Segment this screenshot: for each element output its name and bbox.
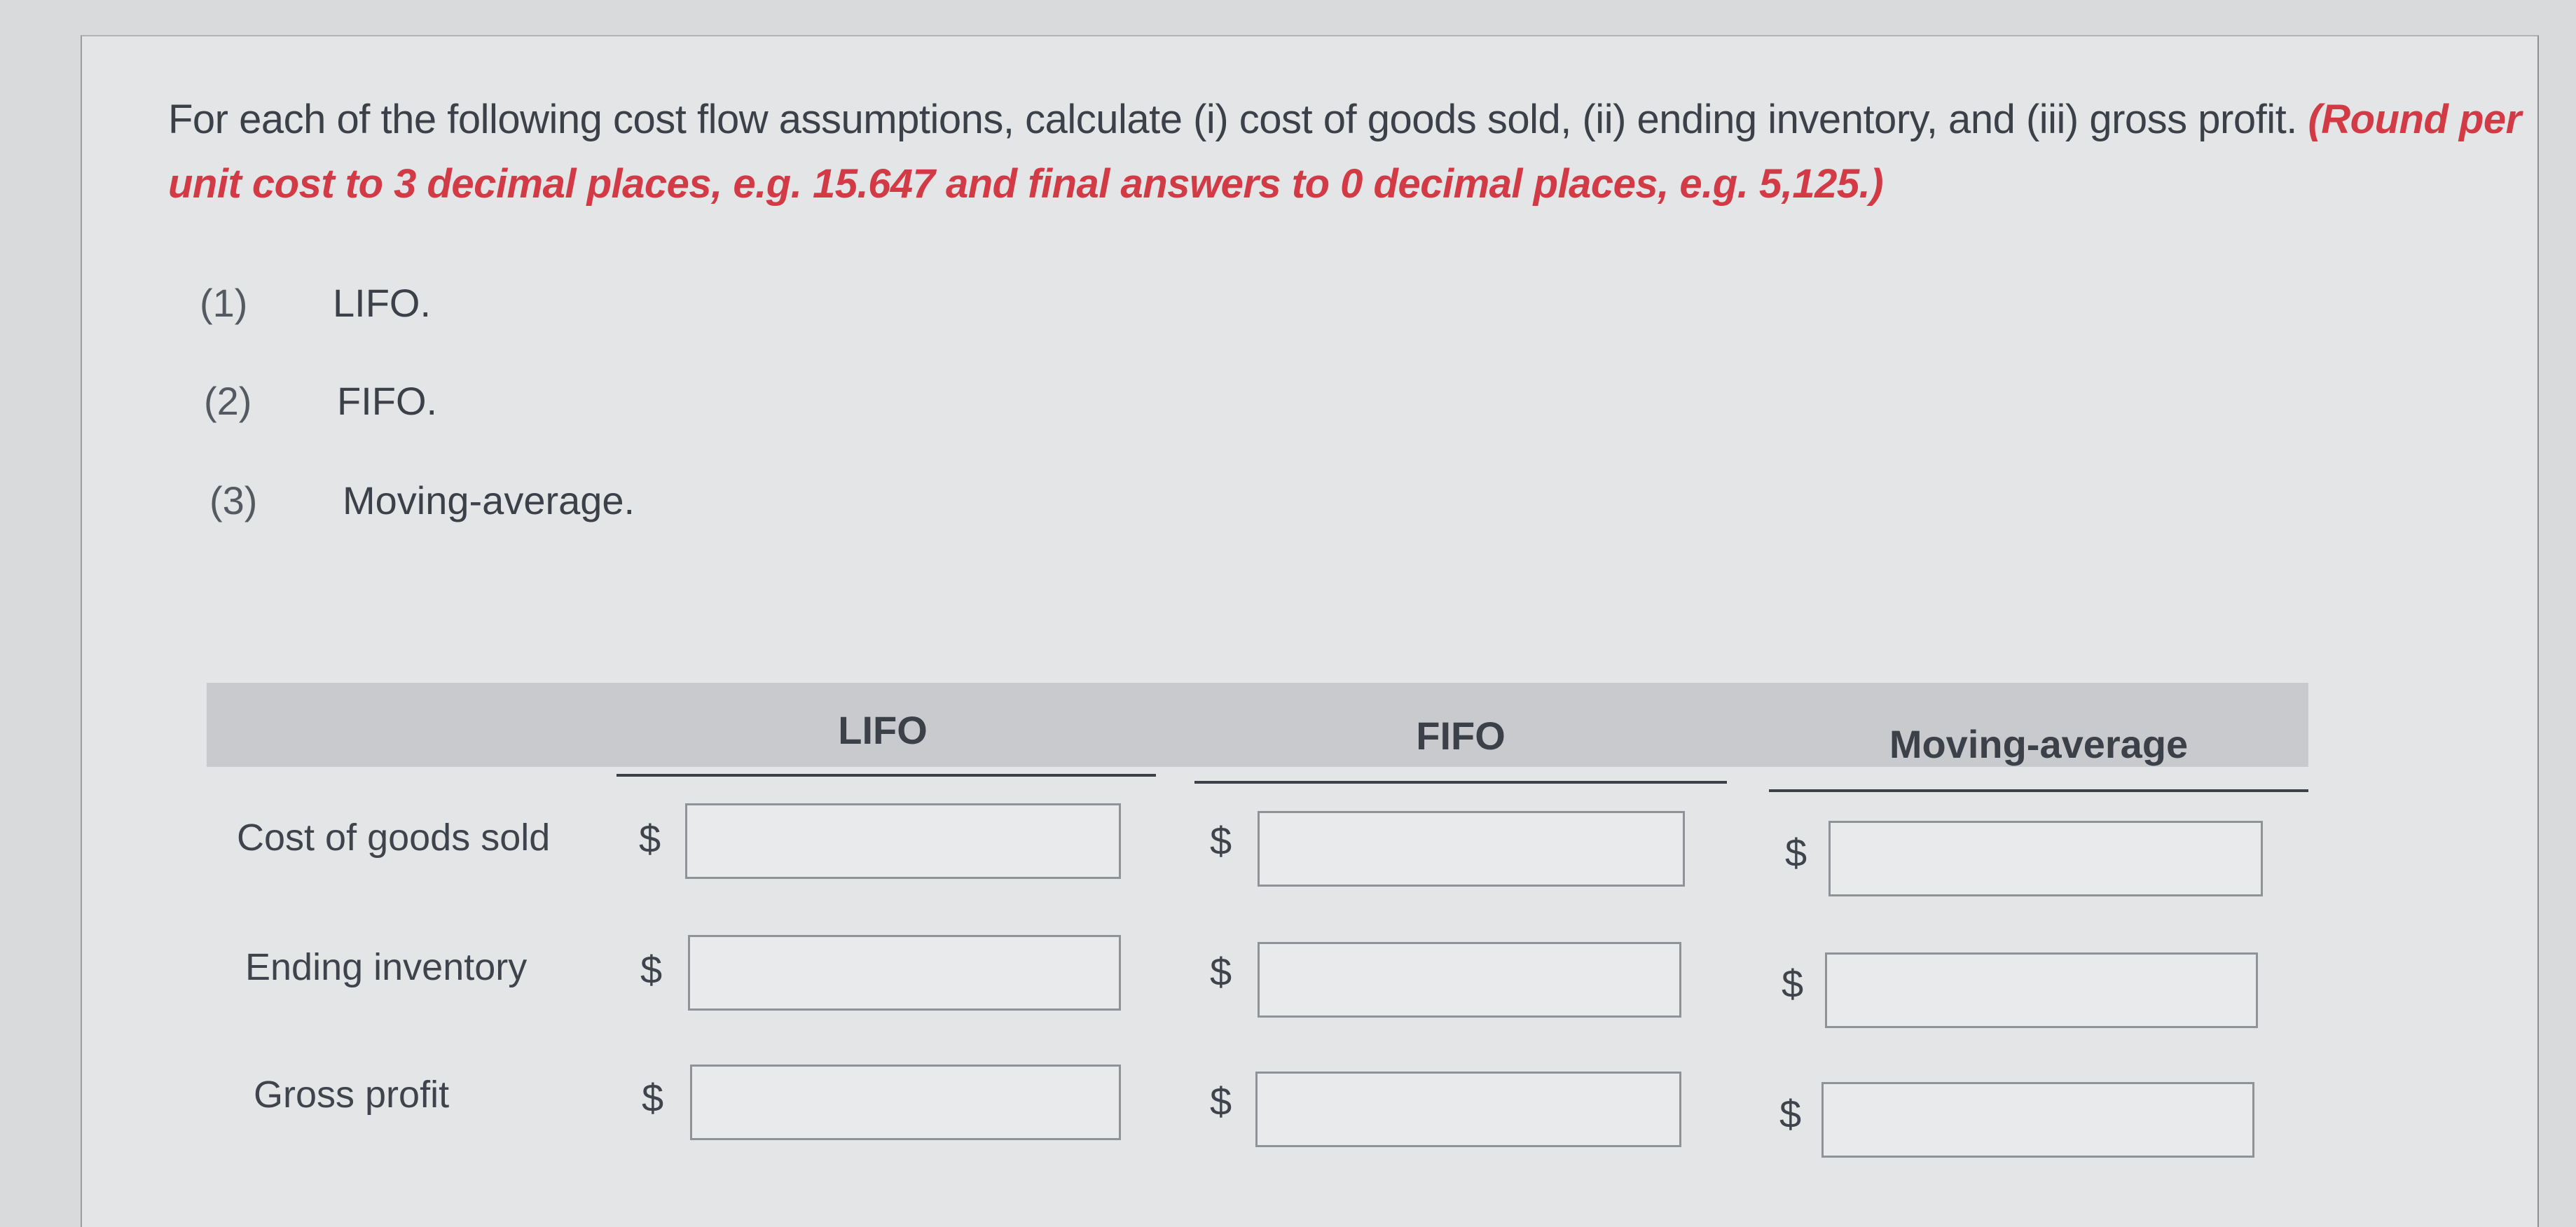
ending-inventory-lifo-input[interactable] xyxy=(688,935,1121,1011)
assumption-number: (3) xyxy=(209,478,258,522)
gross-profit-moving-average-input[interactable] xyxy=(1821,1082,2254,1158)
ending-inventory-moving-average-input[interactable] xyxy=(1825,952,2258,1028)
assumption-item: (1) LIFO. xyxy=(200,280,431,326)
dollar-sign: $ xyxy=(642,1076,664,1120)
dollar-sign: $ xyxy=(1782,962,1804,1006)
column-rule-fifo xyxy=(1194,781,1727,784)
cogs-fifo-input[interactable] xyxy=(1258,811,1685,887)
assumption-item: (2) FIFO. xyxy=(204,378,437,424)
assumption-number: (1) xyxy=(200,281,248,325)
question-prompt: For each of the following cost flow assu… xyxy=(168,88,2536,216)
dollar-sign: $ xyxy=(640,948,663,992)
question-text: For each of the following cost flow assu… xyxy=(168,97,2297,142)
column-rule-lifo xyxy=(617,774,1156,777)
cogs-moving-average-input[interactable] xyxy=(1828,821,2263,896)
row-label-cogs: Cost of goods sold xyxy=(237,817,551,859)
dollar-sign: $ xyxy=(1210,950,1232,994)
column-header-moving-average: Moving-average xyxy=(1889,722,2189,766)
dollar-sign: $ xyxy=(1210,1079,1232,1123)
row-label-gross-profit: Gross profit xyxy=(254,1074,450,1116)
dollar-sign: $ xyxy=(1779,1092,1802,1136)
dollar-sign: $ xyxy=(639,817,661,861)
assumption-label: Moving-average. xyxy=(343,478,635,522)
dollar-sign: $ xyxy=(1785,831,1807,875)
assumption-number: (2) xyxy=(204,379,252,423)
assumption-label: LIFO. xyxy=(333,281,432,325)
assumption-item: (3) Moving-average. xyxy=(209,478,635,523)
gross-profit-fifo-input[interactable] xyxy=(1255,1072,1681,1147)
assumption-label: FIFO. xyxy=(337,379,438,423)
column-header-lifo: LIFO xyxy=(838,708,928,752)
column-header-fifo: FIFO xyxy=(1416,714,1506,758)
column-rule-moving-average xyxy=(1769,789,2308,792)
row-label-ending-inventory: Ending inventory xyxy=(245,946,528,988)
dollar-sign: $ xyxy=(1210,819,1232,863)
cogs-lifo-input[interactable] xyxy=(685,803,1121,879)
ending-inventory-fifo-input[interactable] xyxy=(1258,942,1681,1018)
gross-profit-lifo-input[interactable] xyxy=(690,1065,1121,1140)
